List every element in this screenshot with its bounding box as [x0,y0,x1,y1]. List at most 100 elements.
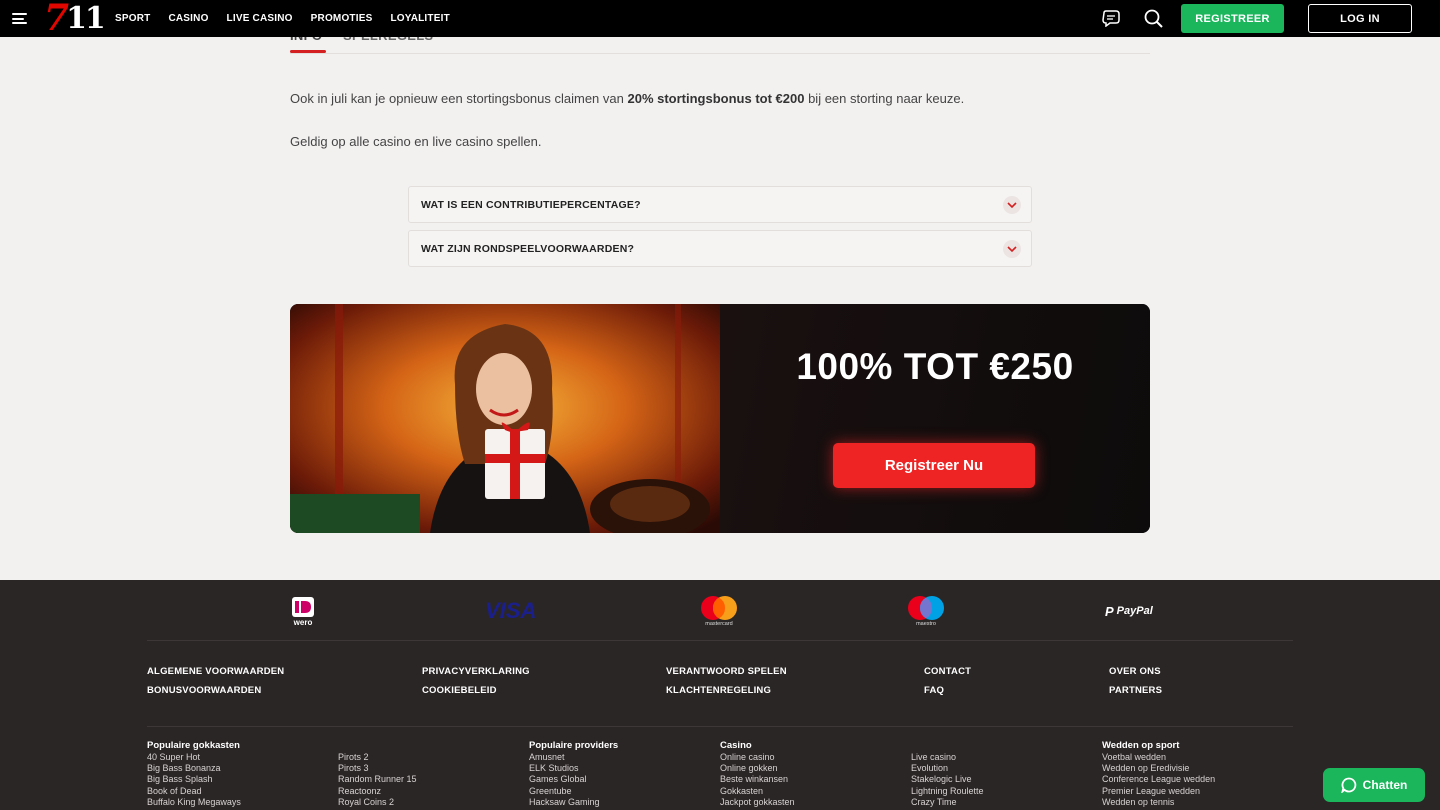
chatten-label: Chatten [1362,778,1408,792]
chatten-button[interactable]: Chatten [1323,768,1425,802]
nav-live-casino[interactable]: LIVE CASINO [227,13,293,24]
maestro-logo: maestro [906,592,946,630]
casino-host-image [290,304,720,533]
menu-icon[interactable] [12,13,27,24]
maestro-label: maestro [916,621,936,627]
validity-text: Geldig op alle casino en live casino spe… [290,134,542,149]
footer-list-item[interactable]: Big Bass Bonanza [147,763,241,774]
footer-list-item[interactable]: Big Bass Splash [147,774,241,785]
promo-description: Ook in juli kan je opnieuw een stortings… [290,91,964,106]
mastercard-logo: mastercard [699,592,739,630]
footer-list-item[interactable]: Premier League wedden [1102,786,1215,797]
welcome-bonus-banner[interactable]: 100% TOT €250 Registreer Nu [290,304,1150,533]
main-nav: SPORT CASINO LIVE CASINO PROMOTIES LOYAL… [115,0,450,37]
chat-icon[interactable] [1101,10,1121,27]
promo-text-end: bij een storting naar keuze. [804,91,965,106]
footer-list-item[interactable]: Beste winkansen [720,774,795,785]
footer-list-item[interactable]: Crazy Time [911,797,984,808]
logo[interactable]: 7 11 [44,0,106,39]
footer-list-item[interactable]: Jackpot gokkasten [720,797,795,808]
link-contact[interactable]: CONTACT [924,666,971,677]
wero-logo: wero [290,592,316,630]
faq-question: WAT ZIJN RONDSPEELVOORWAARDEN? [421,243,635,255]
footer-list-item[interactable]: Hacksaw Gaming [529,797,618,808]
banner-title: 100% TOT €250 [796,346,1074,387]
faq-question: WAT IS EEN CONTRIBUTIEPERCENTAGE? [421,199,641,211]
col-heading: Populaire providers [529,740,619,751]
footer-columns: Populaire gokkasten 40 Super Hot Big Bas… [0,740,1440,810]
paypal-icon: P [1105,603,1114,619]
nav-casino[interactable]: CASINO [168,13,208,24]
footer-list-item[interactable]: Evolution [911,763,984,774]
footer: wero VISA mastercard maestro P PayPal AL… [0,580,1440,810]
link-klachtenregeling[interactable]: KLACHTENREGELING [666,685,771,696]
registreer-nu-button[interactable]: Registreer Nu [833,443,1035,488]
maestro-icon [908,596,944,620]
col-casino-2: Live casino Evolution Stakelogic Live Li… [911,752,984,808]
footer-list-item[interactable]: Buffalo King Megaways [147,797,241,808]
chat-bubble-icon [1340,777,1356,793]
promo-highlight: 20% stortingsbonus tot €200 [627,91,805,106]
search-icon[interactable] [1144,9,1163,28]
link-faq[interactable]: FAQ [924,685,944,696]
col-populaire-providers: Populaire providers Amusnet ELK Studios … [529,740,618,808]
faq-item-contribution[interactable]: WAT IS EEN CONTRIBUTIEPERCENTAGE? [408,186,1032,223]
footer-list-item[interactable]: Royal Coins 2 [338,797,417,808]
link-verantwoord-spelen[interactable]: VERANTWOORD SPELEN [666,666,787,677]
footer-list-item[interactable]: Lightning Roulette [911,786,984,797]
footer-list-item[interactable]: Games Global [529,774,618,785]
logo-eleven: 11 [66,1,106,36]
promo-text-start: Ook in juli kan je opnieuw een stortings… [290,91,628,106]
visa-logo: VISA [485,592,536,630]
footer-list-item[interactable]: Online casino [720,752,795,763]
footer-list-item[interactable]: Book of Dead [147,786,241,797]
footer-list-item[interactable]: Pirots 2 [338,752,417,763]
footer-list-item[interactable]: Gokkasten [720,786,795,797]
footer-list-item[interactable]: Voetbal wedden [1102,752,1215,763]
mastercard-icon [701,596,737,620]
paypal-label: PayPal [1116,605,1153,617]
footer-list-item[interactable]: ELK Studios [529,763,618,774]
login-button[interactable]: LOG IN [1308,4,1412,33]
col-populaire-gokkasten-2: Pirots 2 Pirots 3 Random Runner 15 React… [338,752,417,808]
register-button[interactable]: REGISTREER [1181,4,1284,33]
footer-list-item[interactable]: Online gokken [720,763,795,774]
paypal-logo: P PayPal [1105,592,1153,630]
col-heading: Wedden op sport [1102,740,1180,751]
link-cookiebeleid[interactable]: COOKIEBELEID [422,685,497,696]
footer-list-item[interactable]: 40 Super Hot [147,752,241,763]
active-tab-indicator [290,50,326,53]
top-navbar: 7 11 SPORT CASINO LIVE CASINO PROMOTIES L… [0,0,1440,37]
footer-list-item[interactable]: Greentube [529,786,618,797]
mastercard-label: mastercard [705,621,733,627]
nav-promoties[interactable]: PROMOTIES [311,13,373,24]
footer-list-item[interactable]: Stakelogic Live [911,774,984,785]
footer-list-item[interactable]: Pirots 3 [338,763,417,774]
nav-loyaliteit[interactable]: LOYALITEIT [390,13,449,24]
footer-list-item[interactable]: Wedden op tennis [1102,797,1215,808]
link-algemene-voorwaarden[interactable]: ALGEMENE VOORWAARDEN [147,666,284,677]
link-privacy[interactable]: PRIVACYVERKLARING [422,666,530,677]
footer-list-item[interactable]: Wedden op Eredivisie [1102,763,1215,774]
nav-sport[interactable]: SPORT [115,13,150,24]
ideal-icon [292,596,314,617]
col-heading: Populaire gokkasten [147,740,240,751]
link-bonusvoorwaarden[interactable]: BONUSVOORWAARDEN [147,685,261,696]
footer-links: ALGEMENE VOORWAARDEN BONUSVOORWAARDEN PR… [147,641,1293,727]
col-wedden-op-sport: Wedden op sport Voetbal wedden Wedden op… [1102,740,1215,808]
chevron-down-icon[interactable] [1003,196,1021,214]
footer-list-item[interactable]: Amusnet [529,752,618,763]
link-partners[interactable]: PARTNERS [1109,685,1162,696]
footer-list-item[interactable]: Reactoonz [338,786,417,797]
footer-list-item[interactable]: Live casino [911,752,984,763]
logo-seven: 7 [44,0,69,39]
footer-list-item[interactable]: Conference League wedden [1102,774,1215,785]
footer-list-item[interactable]: Random Runner 15 [338,774,417,785]
col-heading: Casino [720,740,752,751]
link-over-ons[interactable]: OVER ONS [1109,666,1161,677]
chevron-down-icon[interactable] [1003,240,1021,258]
col-casino: Casino Online casino Online gokken Beste… [720,740,795,808]
payment-methods: wero VISA mastercard maestro P PayPal [147,580,1293,641]
visa-label: VISA [485,598,537,623]
faq-item-wagering[interactable]: WAT ZIJN RONDSPEELVOORWAARDEN? [408,230,1032,267]
